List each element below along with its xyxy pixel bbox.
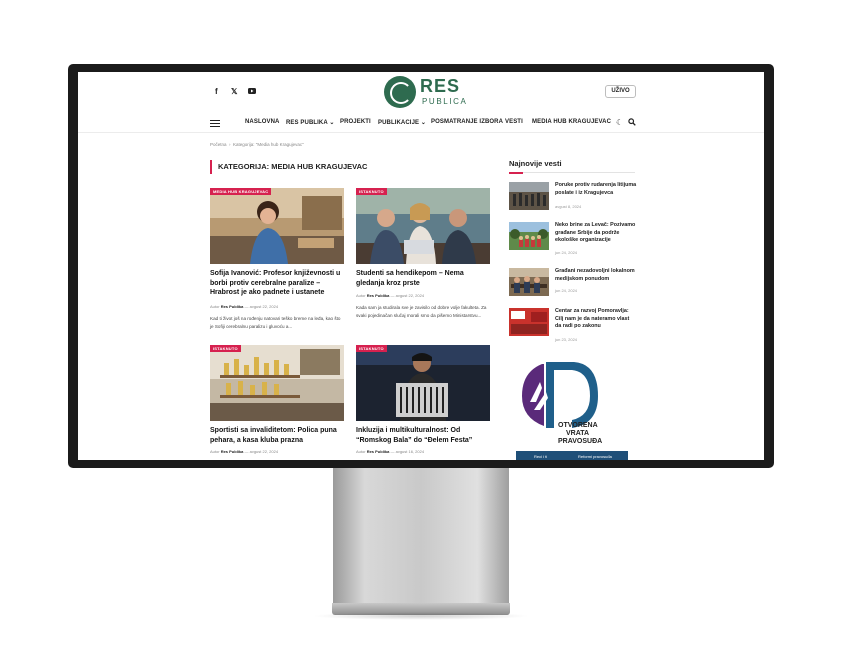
category-tag[interactable]: ISTAKNUTO: [356, 188, 387, 195]
article-title[interactable]: Inkluzija i multikulturalnost: Od “Romsk…: [356, 426, 490, 445]
breadcrumb-separator: ›: [229, 142, 231, 147]
article-thumbnail[interactable]: ISTAKNUTO: [356, 345, 490, 421]
article-date: — avgust 22, 2024: [390, 293, 425, 298]
category-tag[interactable]: ISTAKNUTO: [356, 345, 387, 352]
author-name[interactable]: Res Publika: [221, 449, 244, 454]
article-card[interactable]: ISTAKNUTO Inkluzija i multikulturalnost:…: [356, 345, 490, 460]
sidebar-news-thumbnail[interactable]: [509, 268, 549, 296]
sidebar-news-thumbnail[interactable]: [509, 182, 549, 210]
sidebar-news-item[interactable]: Centar za razvoj Pomoravlja: Cilj nam je…: [509, 308, 635, 348]
nav-item-res-publika[interactable]: RES PUBLIKA ⌄: [286, 119, 334, 126]
sidebar-title-underline: [509, 172, 635, 174]
category-title: KATEGORIJA: MEDIA HUB KRAGUJEVAC: [210, 160, 490, 174]
article-meta: Autor Res Publika — avgust 22, 2024: [210, 449, 278, 454]
banner-footer-left[interactable]: Reci i ti: [534, 454, 547, 459]
nav-item-posmatranje-izbora[interactable]: POSMATRANJE IZBORA: [431, 119, 503, 125]
nav-item-media-hub[interactable]: MEDIA HUB KRAGUJEVAC: [532, 119, 611, 125]
author-prefix: Autor: [356, 293, 366, 298]
category-tag[interactable]: ISTAKNUTO: [210, 345, 241, 352]
article-date: — avgust 22, 2024: [244, 304, 279, 309]
author-prefix: Autor: [210, 449, 220, 454]
article-thumbnail[interactable]: MEDIA HUB KRAGUJEVAC: [210, 188, 344, 264]
x-twitter-icon[interactable]: 𝕏: [231, 87, 237, 96]
sidebar-news-date: jun 24, 2024: [555, 288, 578, 293]
sidebar-news-date: jun 24, 2024: [555, 250, 578, 255]
article-card[interactable]: ISTAKNUTO Studenti sa hendikepom – Nema …: [356, 188, 490, 338]
logo-text-top: RES: [420, 76, 461, 96]
article-thumbnail[interactable]: ISTAKNUTO: [210, 345, 344, 421]
site-logo[interactable]: RES PUBLICA: [384, 76, 468, 110]
nav-item-publikacije[interactable]: PUBLIKACIJE ⌄: [378, 119, 426, 126]
article-thumbnail[interactable]: ISTAKNUTO: [356, 188, 490, 264]
sidebar-news-item[interactable]: Građani nezadovoljni lokalnom medijskom …: [509, 268, 635, 308]
article-card[interactable]: ISTAKNUTO Sportisti sa invaliditetom: Po…: [210, 345, 344, 460]
article-title[interactable]: Sofija Ivanović: Profesor književnosti u…: [210, 269, 344, 298]
article-title[interactable]: Studenti sa hendikepom – Nema gledanja k…: [356, 269, 490, 288]
facebook-icon[interactable]: f: [215, 87, 218, 96]
article-meta: Autor Res Publika — avgust 16, 2024: [356, 449, 424, 454]
stand-shadow: [312, 612, 530, 620]
article-meta: Autor Res Publika — avgust 22, 2024: [356, 293, 424, 298]
hamburger-menu-icon[interactable]: [210, 120, 220, 127]
search-icon[interactable]: [628, 118, 636, 128]
author-prefix: Autor: [210, 304, 220, 309]
sidebar-news-thumbnail[interactable]: [509, 222, 549, 250]
sidebar-news-item[interactable]: Poruke protiv rudarenja litijuma poslate…: [509, 182, 637, 222]
author-name[interactable]: Res Publika: [367, 449, 390, 454]
main-nav: NASLOVNA RES PUBLIKA ⌄ PROJEKTI PUBLIKAC…: [78, 115, 764, 133]
logo-globe-icon: [384, 76, 416, 108]
sidebar-news-date: avgust 8, 2024: [555, 204, 582, 209]
nav-item-projekti[interactable]: PROJEKTI: [340, 119, 371, 125]
sidebar-news-thumbnail[interactable]: [509, 308, 549, 336]
banner-line1: OTVORENA: [558, 422, 598, 429]
otvorena-vrata-pravosudja-banner[interactable]: OTVORENA VRATA PRAVOSUĐA Reci i ti Refor…: [516, 358, 628, 460]
banner-footer: Reci i ti Reformi pravosuđa: [516, 451, 628, 460]
sidebar-news-title[interactable]: Poruke protiv rudarenja litijuma poslate…: [555, 182, 637, 197]
breadcrumb-home[interactable]: Početna: [210, 142, 227, 147]
article-date: — avgust 16, 2024: [390, 449, 425, 454]
breadcrumb-current: Kategorija: "Media hub Kragujevac": [233, 142, 304, 147]
nav-item-vesti[interactable]: VESTI: [505, 119, 523, 125]
article-excerpt: Kada sam ja studirala sve je zavisilo od…: [356, 305, 487, 318]
author-name[interactable]: Res Publika: [221, 304, 244, 309]
monitor-stand: [333, 468, 509, 608]
sidebar-news-date: jun 23, 2024: [555, 337, 578, 342]
banner-line3: PRAVOSUĐA: [558, 438, 603, 445]
article-excerpt: Kad ti život još na rođenju natovari teš…: [210, 316, 341, 329]
banner-footer-right[interactable]: Reformi pravosuđa: [578, 454, 612, 459]
article-card[interactable]: MEDIA HUB KRAGUJEVAC Sofija Ivanović: Pr…: [210, 188, 344, 338]
sidebar-title: Najnovije vesti: [509, 159, 562, 168]
site-header: f 𝕏 RES PUBLICA UŽIVO: [78, 72, 764, 110]
banner-text: OTVORENA VRATA PRAVOSUĐA: [558, 422, 602, 446]
banner-line2: VRATA: [566, 430, 590, 437]
sidebar-news-item[interactable]: Neko brine za Levač: Pozivamo građane Sr…: [509, 222, 635, 262]
article-meta: Autor Res Publika — avgust 22, 2024: [210, 304, 278, 309]
article-date: — avgust 22, 2024: [244, 449, 279, 454]
youtube-icon[interactable]: [248, 87, 256, 96]
author-name[interactable]: Res Publika: [367, 293, 390, 298]
logo-text-bottom: PUBLICA: [422, 97, 468, 106]
website-screen: f 𝕏 RES PUBLICA UŽIVO NASLOVNA RES PUBLI…: [78, 72, 764, 460]
category-tag[interactable]: MEDIA HUB KRAGUJEVAC: [210, 188, 272, 195]
sidebar-news-title[interactable]: Neko brine za Levač: Pozivamo građane Sr…: [555, 222, 637, 245]
dark-mode-moon-icon[interactable]: ☾: [616, 118, 623, 127]
article-title[interactable]: Sportisti sa invaliditetom: Polica puna …: [210, 426, 344, 445]
sidebar-news-title[interactable]: Centar za razvoj Pomoravlja: Cilj nam je…: [555, 308, 637, 331]
live-button[interactable]: UŽIVO: [605, 85, 636, 98]
breadcrumb: Početna › Kategorija: "Media hub Kraguje…: [210, 142, 304, 147]
author-prefix: Autor: [356, 449, 366, 454]
sidebar-news-title[interactable]: Građani nezadovoljni lokalnom medijskom …: [555, 268, 637, 283]
nav-item-naslovna[interactable]: NASLOVNA: [245, 119, 279, 125]
